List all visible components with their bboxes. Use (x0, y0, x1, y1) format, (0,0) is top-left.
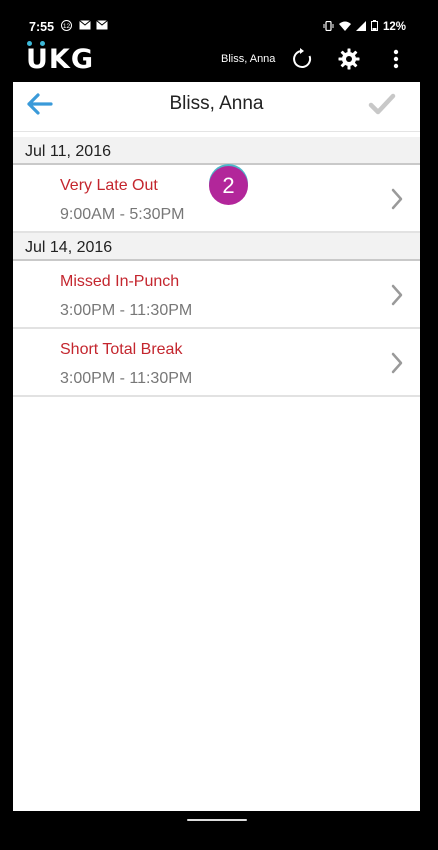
date-header: Jul 11, 2016 (13, 137, 420, 165)
battery-icon (370, 20, 378, 34)
svg-text:12: 12 (63, 23, 71, 30)
exception-label: Very Late Out (60, 177, 158, 194)
signal-icon (355, 20, 366, 34)
check-icon[interactable] (366, 88, 398, 120)
notification-badge-icon: 12 (60, 20, 73, 34)
mail-icon (79, 20, 91, 33)
logo-text: UKG (26, 44, 95, 75)
header-user-name: Bliss, Anna (221, 53, 276, 65)
home-indicator[interactable] (187, 819, 247, 821)
chevron-right-icon (390, 187, 404, 211)
title-bar: Bliss, Anna (13, 82, 420, 132)
mail-icon (96, 20, 108, 33)
exception-time: 3:00PM - 11:30PM (60, 370, 193, 387)
date-label: Jul 14, 2016 (25, 239, 113, 256)
logo-dots (27, 41, 49, 46)
gear-icon[interactable] (337, 47, 361, 71)
wifi-icon (338, 21, 351, 34)
status-time: 7:55 (29, 20, 55, 34)
page-title: Bliss, Anna (169, 93, 264, 114)
battery-percent: 12% (382, 21, 406, 33)
ukg-logo: UKG (26, 41, 95, 75)
status-bar: 7:55 12 12% (0, 0, 438, 40)
chevron-right-icon (390, 351, 404, 375)
exception-time: 9:00AM - 5:30PM (60, 206, 185, 223)
status-right-group: 12% (323, 20, 406, 34)
vibrate-icon (323, 20, 334, 34)
date-label: Jul 11, 2016 (25, 143, 111, 160)
exception-label: Missed In-Punch (60, 273, 180, 290)
exception-row[interactable]: Short Total Break 3:00PM - 11:30PM (13, 329, 420, 397)
more-vert-icon[interactable] (384, 47, 408, 71)
exception-time: 3:00PM - 11:30PM (60, 302, 193, 319)
exception-row[interactable]: Missed In-Punch 3:00PM - 11:30PM (13, 261, 420, 329)
exception-label: Short Total Break (60, 341, 183, 358)
refresh-icon[interactable] (290, 47, 314, 71)
date-header: Jul 14, 2016 (13, 233, 420, 261)
app-header: UKG Bliss, Anna (0, 40, 438, 82)
system-nav-bar (0, 811, 438, 850)
chevron-right-icon (390, 283, 404, 307)
step-badge: 2 (209, 166, 248, 205)
